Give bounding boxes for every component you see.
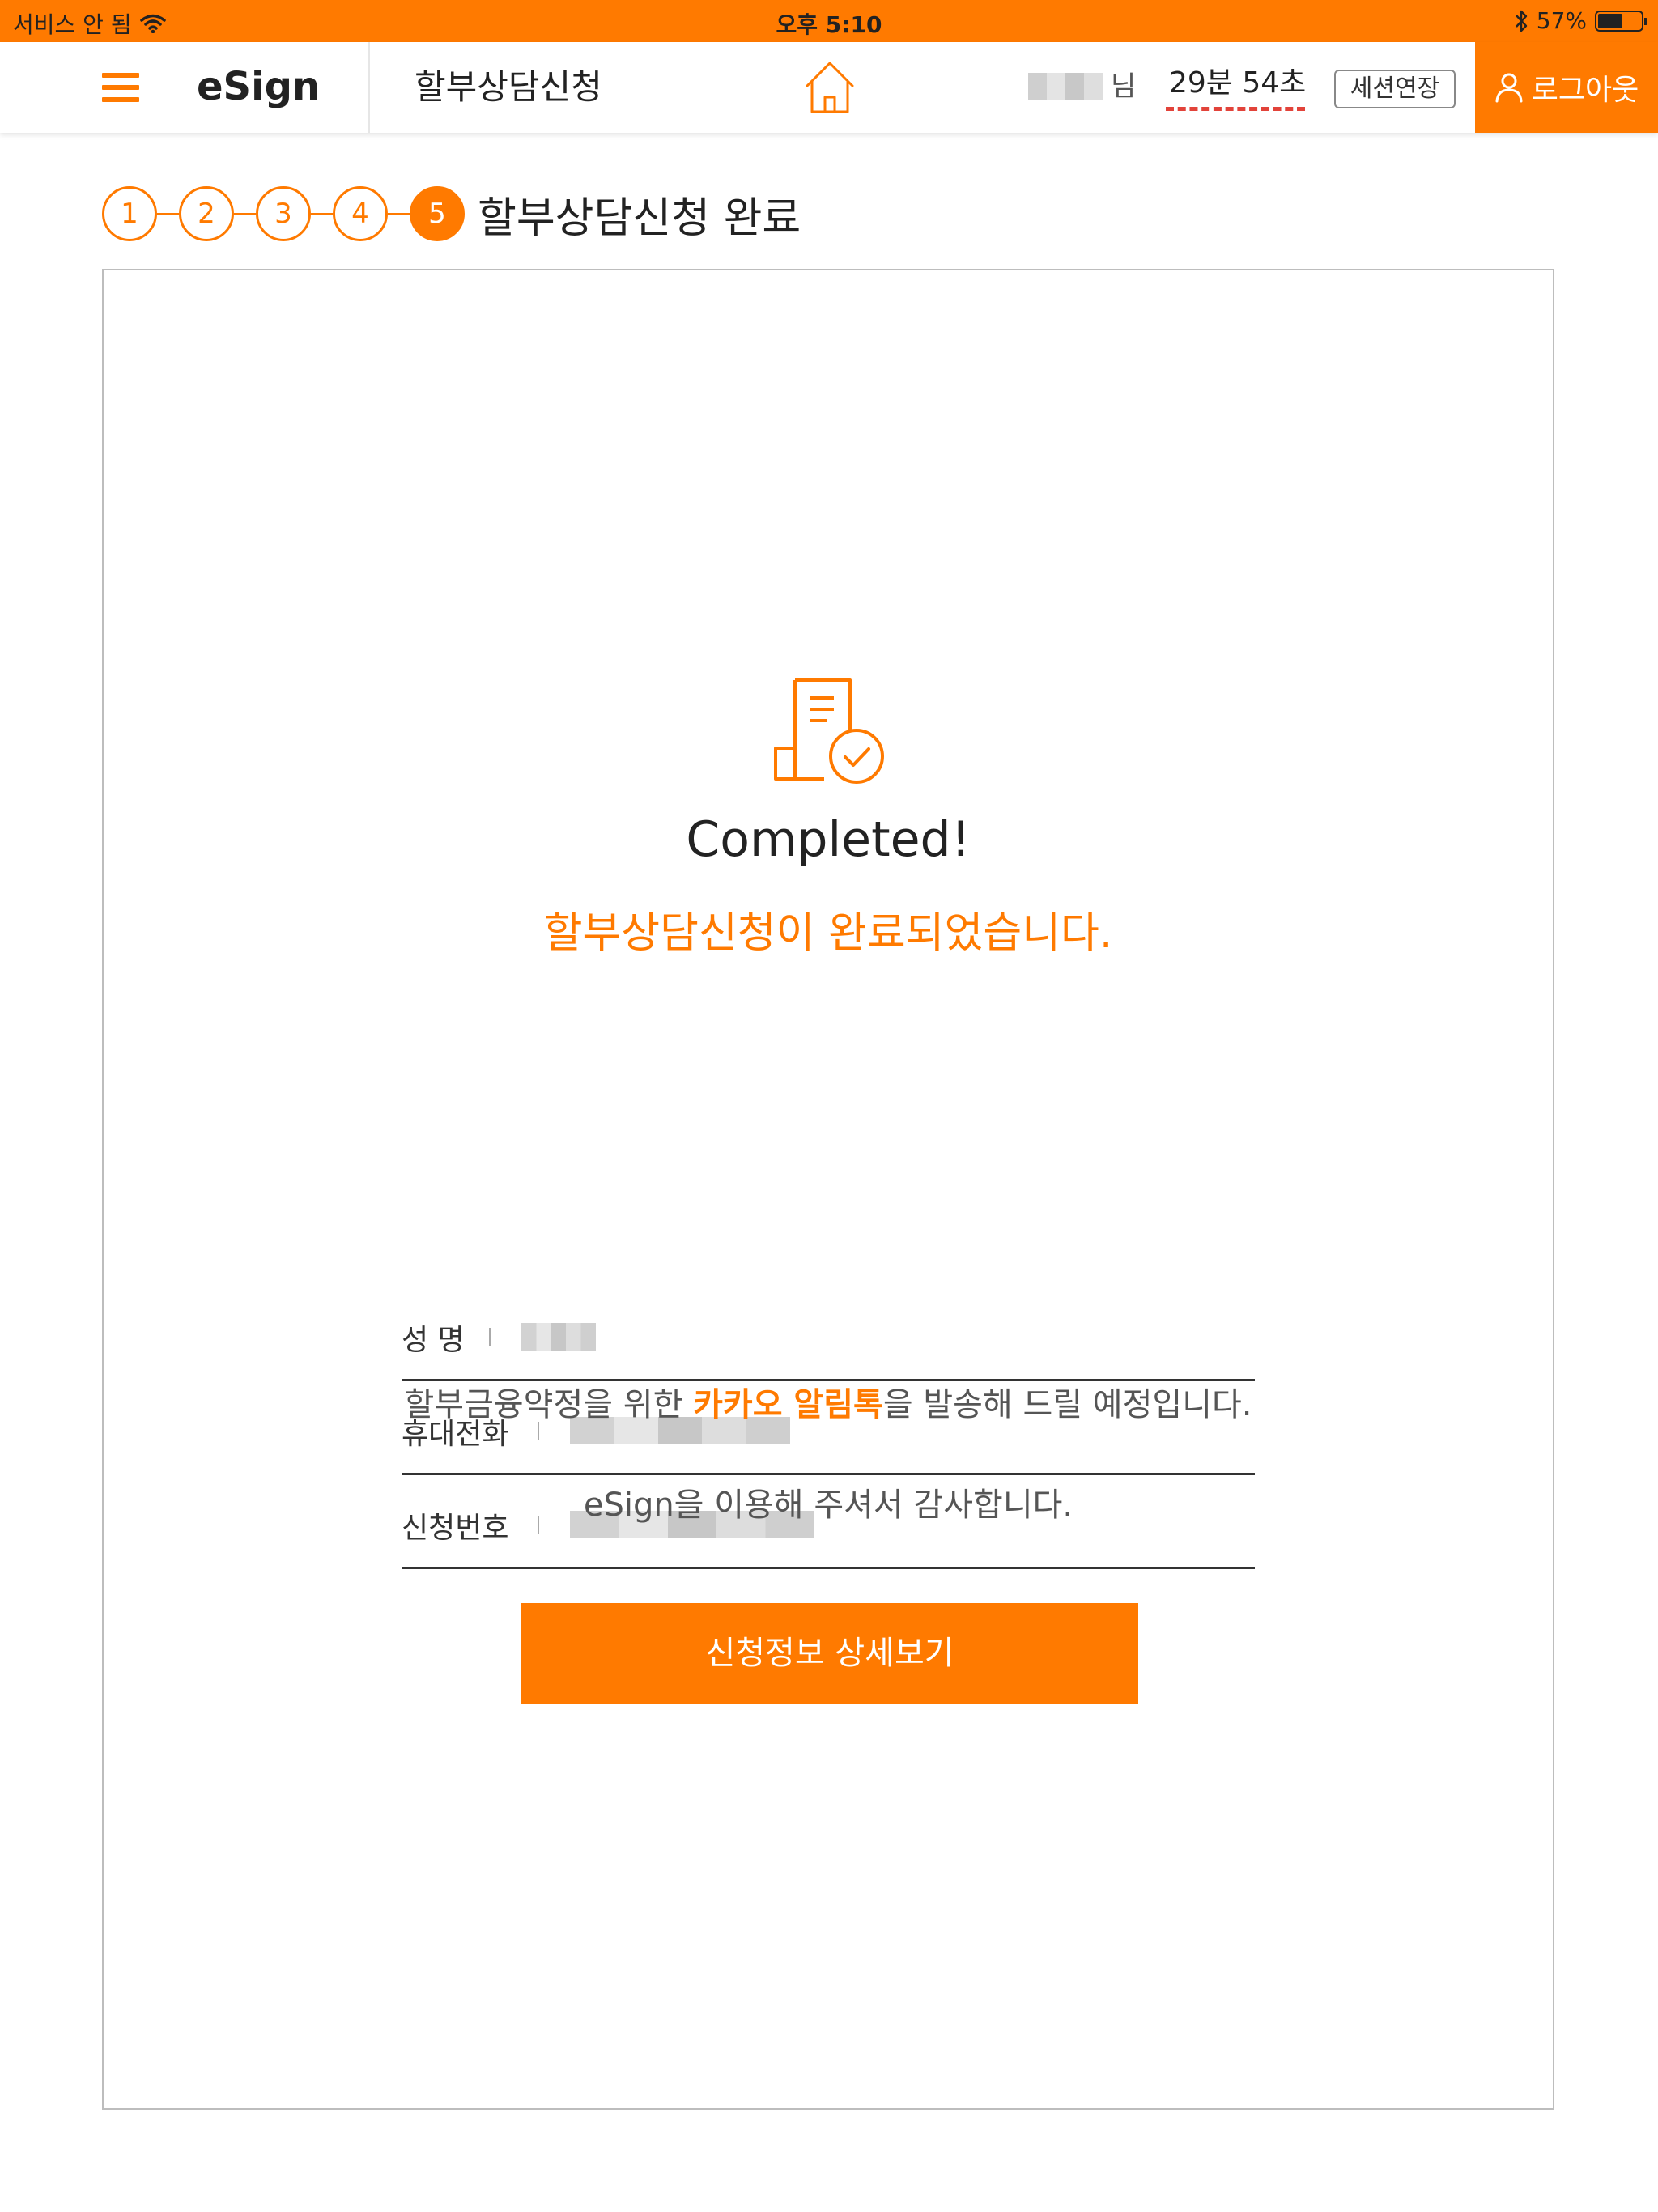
step-connector	[157, 212, 179, 215]
info-row-name: 성 명	[402, 1287, 1255, 1381]
kakao-notice: 할부금융약정을 위한 카카오 알림톡을 발송해 드릴 예정입니다.	[104, 1378, 1553, 1425]
logout-label: 로그아웃	[1531, 74, 1639, 107]
step-2: 2	[179, 186, 234, 241]
bluetooth-icon	[1515, 10, 1527, 32]
session-timer-underline	[1166, 107, 1305, 111]
battery-icon	[1595, 10, 1647, 32]
user-name-masked	[1028, 73, 1103, 100]
battery-fill	[1598, 13, 1622, 28]
step-connector	[311, 212, 333, 215]
notice-prefix: 할부금융약정을 위한	[404, 1386, 694, 1423]
step-connector	[388, 212, 410, 215]
step-4: 4	[333, 186, 388, 241]
user-honorific: 님	[1111, 70, 1137, 103]
step-3: 3	[256, 186, 311, 241]
brand-logo: eSign	[197, 64, 321, 109]
completed-heading: Completed!	[686, 811, 971, 868]
app-header: eSign 할부상담신청 님 29분 54초 세션연장 로그아웃	[0, 42, 1658, 133]
status-bar: 서비스 안 됨 오후 5:10 57%	[0, 0, 1658, 42]
completion-card: Completed! 할부상담신청이 완료되었습니다. 성 명 휴대전화 신청번…	[102, 269, 1554, 2110]
notice-highlight: 카카오 알림톡	[693, 1386, 883, 1423]
session-timer: 29분 54초	[1169, 66, 1307, 100]
page-title: 할부상담신청	[414, 67, 602, 107]
step-1: 1	[102, 186, 157, 241]
thanks-message: eSign을 이용해 주셔서 감사합니다.	[583, 1487, 1073, 1524]
user-icon	[1495, 73, 1523, 103]
notice-suffix: 을 발송해 드릴 예정입니다.	[882, 1386, 1252, 1423]
battery-percent: 57%	[1536, 7, 1587, 34]
info-separator	[489, 1328, 491, 1346]
info-label-name: 성 명	[402, 1324, 465, 1357]
clock: 오후 5:10	[776, 11, 882, 38]
view-details-button[interactable]: 신청정보 상세보기	[521, 1603, 1138, 1704]
document-check-icon	[774, 678, 884, 784]
session-extend-button[interactable]: 세션연장	[1334, 70, 1456, 108]
home-icon[interactable]	[803, 58, 857, 117]
header-divider	[368, 42, 370, 133]
step-title: 할부상담신청 완료	[478, 194, 801, 243]
logout-button[interactable]: 로그아웃	[1475, 42, 1658, 133]
menu-icon[interactable]	[102, 73, 139, 102]
step-indicator: 1 2 3 4 5 할부상담신청 완료	[102, 183, 801, 245]
info-value-name	[521, 1323, 596, 1351]
status-bar-right: 57%	[1514, 7, 1647, 34]
completed-message: 할부상담신청이 완료되었습니다.	[543, 909, 1113, 958]
step-5: 5	[410, 186, 465, 241]
step-connector	[234, 212, 256, 215]
